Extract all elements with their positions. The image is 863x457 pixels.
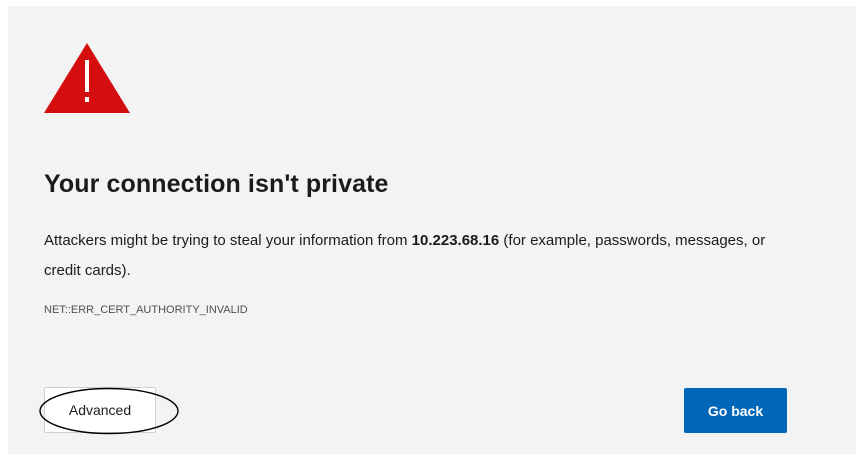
go-back-button[interactable]: Go back — [684, 388, 787, 433]
error-code: NET::ERR_CERT_AUTHORITY_INVALID — [44, 304, 248, 316]
page-title: Your connection isn't private — [44, 170, 389, 198]
error-description: Attackers might be trying to steal your … — [44, 226, 804, 286]
description-text-before: Attackers might be trying to steal your … — [44, 232, 412, 249]
host-address: 10.223.68.16 — [411, 232, 500, 249]
warning-icon — [44, 43, 130, 113]
error-page: Your connection isn't private Attackers … — [8, 6, 856, 454]
advanced-button[interactable]: Advanced — [44, 387, 156, 433]
